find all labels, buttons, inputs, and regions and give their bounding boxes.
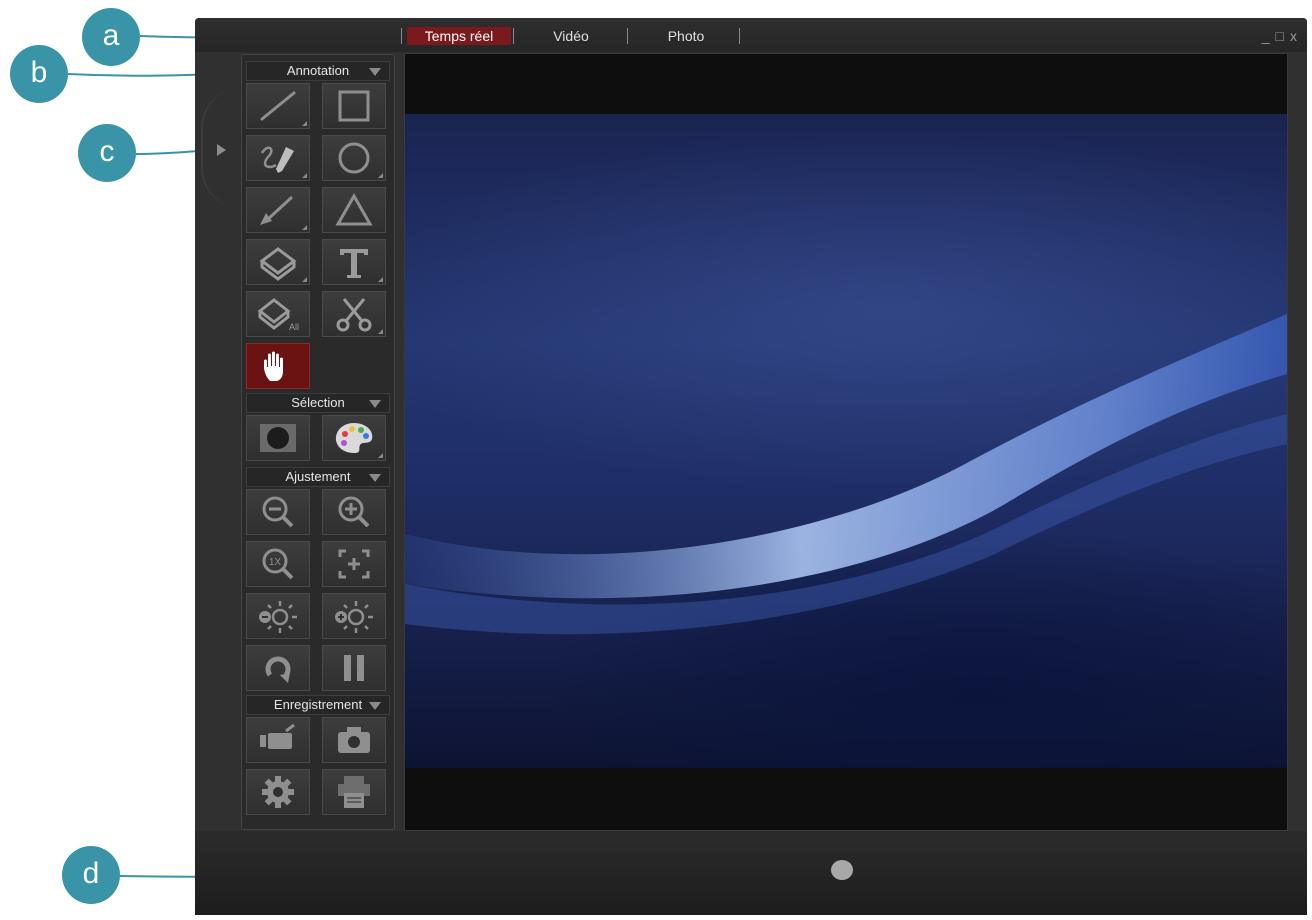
eraser-all-tool[interactable]: All [246,291,310,337]
toolbar-collapse-arrow-icon[interactable] [217,144,226,156]
section-annotation-label: Annotation [286,63,350,78]
printer-icon [338,776,370,808]
triangle-tool[interactable] [322,187,386,233]
letterbox-bottom [405,768,1287,830]
bottom-panel [195,831,1307,915]
text-tool[interactable] [322,239,386,285]
line-tool[interactable] [246,83,310,129]
section-enregistrement-header[interactable]: Enregistrement [246,695,390,715]
hand-icon [264,351,283,381]
wave-graphic [405,314,1287,635]
spotlight-icon [260,424,296,452]
panel-scroll-handle[interactable] [831,860,853,880]
chevron-down-icon [369,474,381,482]
video-record-button[interactable] [246,717,310,763]
tool-options-corner [378,173,383,178]
triangle-icon [335,192,373,226]
fit-screen-icon [338,549,370,579]
brightness-up-button[interactable] [322,593,386,639]
rotate-icon [265,656,291,683]
tab-separator [401,28,402,44]
tab-video[interactable]: Vidéo [535,27,607,45]
print-button[interactable] [322,769,386,815]
tool-options-corner [302,173,307,178]
zoom-in-icon [338,496,370,528]
zoom-1x-button[interactable]: 1X [246,541,310,587]
palette-icon [335,423,373,453]
zoom-in-button[interactable] [322,489,386,535]
tool-options-corner [302,277,307,282]
eraser-all-icon: All [257,298,299,332]
arrow-icon [260,195,294,225]
live-video-view[interactable] [404,53,1288,831]
tab-separator [513,28,514,44]
window-controls: _ □ x [1262,28,1297,44]
camera-image [405,114,1287,768]
brightness-down-icon [259,601,297,633]
spotlight-tool[interactable] [246,415,310,461]
pause-button[interactable] [322,645,386,691]
maximize-button[interactable]: □ [1276,28,1284,44]
camera-button[interactable] [322,717,386,763]
callout-d: d [62,846,120,904]
tool-options-corner [378,329,383,334]
eraser-icon [259,247,297,281]
chevron-down-icon [369,400,381,408]
minimize-button[interactable]: _ [1262,28,1270,44]
circle-icon [338,142,370,174]
close-button[interactable]: x [1290,28,1297,44]
chevron-down-icon [369,702,381,710]
zoom-out-button[interactable] [246,489,310,535]
palette-tool[interactable] [322,415,386,461]
section-selection-header[interactable]: Sélection [246,393,390,413]
tool-options-corner [378,277,383,282]
tool-options-corner [378,453,383,458]
fit-screen-button[interactable] [322,541,386,587]
line-icon [260,91,296,121]
section-annotation-header[interactable]: Annotation [246,61,390,81]
tool-options-corner [302,121,307,126]
zoom-1x-icon: 1X [262,548,294,580]
rotate-button[interactable] [246,645,310,691]
circle-tool[interactable] [322,135,386,181]
tool-panel: Annotation All Sélection Ajustement 1X E… [241,54,395,830]
scissors-icon [336,298,372,332]
section-enregistrement-label: Enregistrement [273,697,363,712]
brightness-up-icon [335,601,373,633]
settings-icon [262,776,294,808]
square-tool[interactable] [322,83,386,129]
hand-tool[interactable] [246,343,310,389]
chevron-down-icon [369,68,381,76]
freehand-pen-icon [260,146,294,173]
video-record-icon [260,723,295,749]
zoom-1x-label: 1X [269,557,282,568]
section-selection-label: Sélection [291,395,345,410]
callout-c: c [78,124,136,182]
brightness-down-button[interactable] [246,593,310,639]
tab-separator [627,28,628,44]
callout-b: b [10,45,68,103]
scissors-tool[interactable] [322,291,386,337]
section-ajustement-header[interactable]: Ajustement [246,467,390,487]
tool-options-corner [302,225,307,230]
eraser-all-label: All [289,322,299,332]
settings-button[interactable] [246,769,310,815]
freehand-tool[interactable] [246,135,310,181]
zoom-out-icon [262,496,294,528]
mode-tab-bar: Temps réel Vidéo Photo _ □ x [195,18,1307,52]
square-icon [338,90,370,122]
text-icon [340,249,368,278]
eraser-tool[interactable] [246,239,310,285]
section-ajustement-label: Ajustement [285,469,351,484]
letterbox-top [405,54,1287,114]
tab-separator [739,28,740,44]
camera-icon [338,727,370,753]
tab-photo[interactable]: Photo [651,27,721,45]
arrow-tool[interactable] [246,187,310,233]
tab-temps-reel[interactable]: Temps réel [407,27,511,45]
app-window: Temps réel Vidéo Photo _ □ x Annotation [195,18,1307,915]
callout-a: a [82,8,140,66]
pause-icon [344,655,364,681]
